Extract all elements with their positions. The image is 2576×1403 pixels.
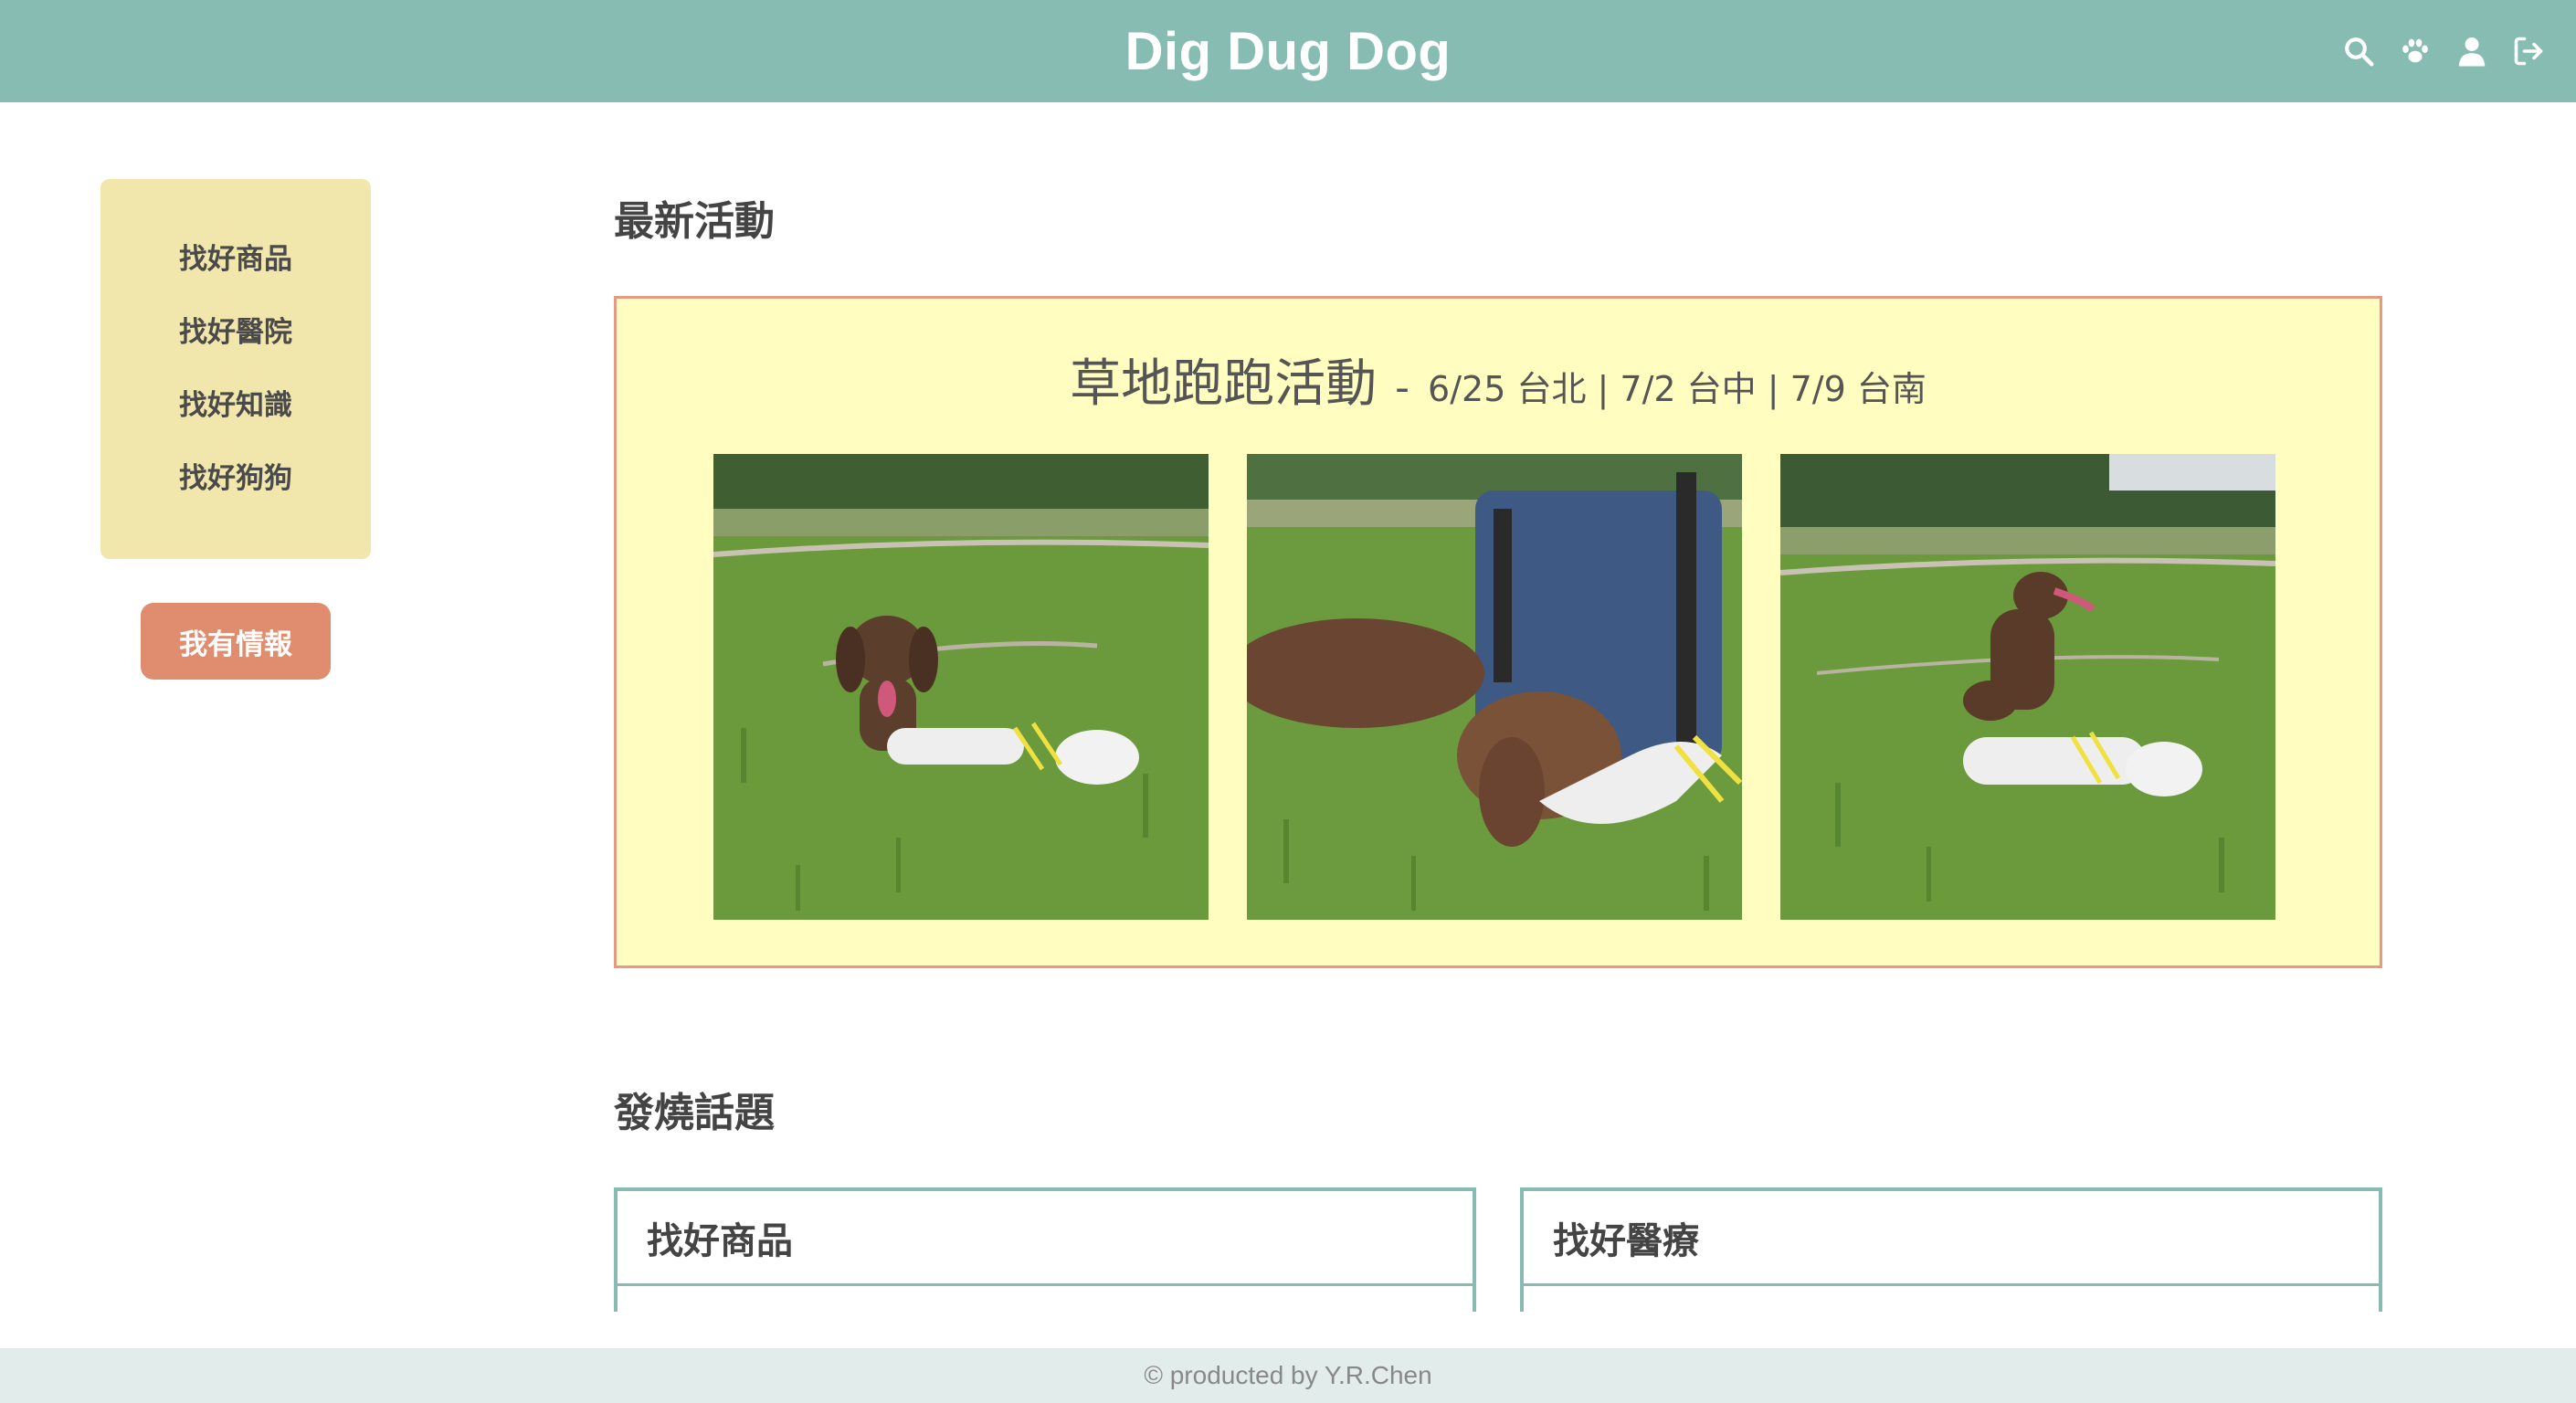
- sidebar-menu: 找好商品 找好醫院 找好知識 找好狗狗: [100, 179, 371, 559]
- sidebar-item-hospitals[interactable]: 找好醫院: [179, 314, 292, 351]
- event-name: 草地跑跑活動: [1070, 354, 1378, 414]
- dog-drinking-photo[interactable]: [1247, 454, 1742, 920]
- sidebar-item-dogs[interactable]: 找好狗狗: [179, 460, 292, 497]
- user-icon[interactable]: [2455, 35, 2488, 68]
- top-header: Dig Dug Dog: [0, 0, 2576, 102]
- topic-card-title: 找好商品: [618, 1191, 1473, 1286]
- brand-title[interactable]: Dig Dug Dog: [1125, 21, 1452, 82]
- event-dates: 6/25 台北 | 7/2 台中 | 7/9 台南: [1428, 369, 1927, 409]
- hot-topics-heading: 發燒話題: [614, 1090, 775, 1136]
- header-icon-group: [2342, 0, 2545, 102]
- footer-credit: © producted by Y.R.Chen: [1144, 1361, 1432, 1389]
- topic-card-medical[interactable]: 找好醫療: [1520, 1187, 2382, 1312]
- sidebar-item-knowledge[interactable]: 找好知識: [179, 387, 292, 424]
- latest-events-heading: 最新活動: [614, 198, 775, 245]
- report-info-button[interactable]: 我有情報: [141, 603, 331, 680]
- event-banner[interactable]: 草地跑跑活動 - 6/25 台北 | 7/2 台中 | 7/9 台南: [614, 296, 2382, 968]
- topic-card-title: 找好醫療: [1524, 1191, 2379, 1286]
- event-title: 草地跑跑活動 - 6/25 台北 | 7/2 台中 | 7/9 台南: [617, 343, 2380, 417]
- page-footer: © producted by Y.R.Chen: [0, 1348, 2576, 1403]
- logout-icon[interactable]: [2512, 35, 2545, 68]
- sidebar-item-products[interactable]: 找好商品: [179, 241, 292, 278]
- paw-icon[interactable]: [2399, 35, 2432, 68]
- dog-sitting-photo[interactable]: [1780, 454, 2275, 920]
- event-dash: -: [1395, 364, 1410, 411]
- dog-on-grass-photo[interactable]: [713, 454, 1209, 920]
- search-icon[interactable]: [2342, 35, 2375, 68]
- topic-card-products[interactable]: 找好商品: [614, 1187, 1476, 1312]
